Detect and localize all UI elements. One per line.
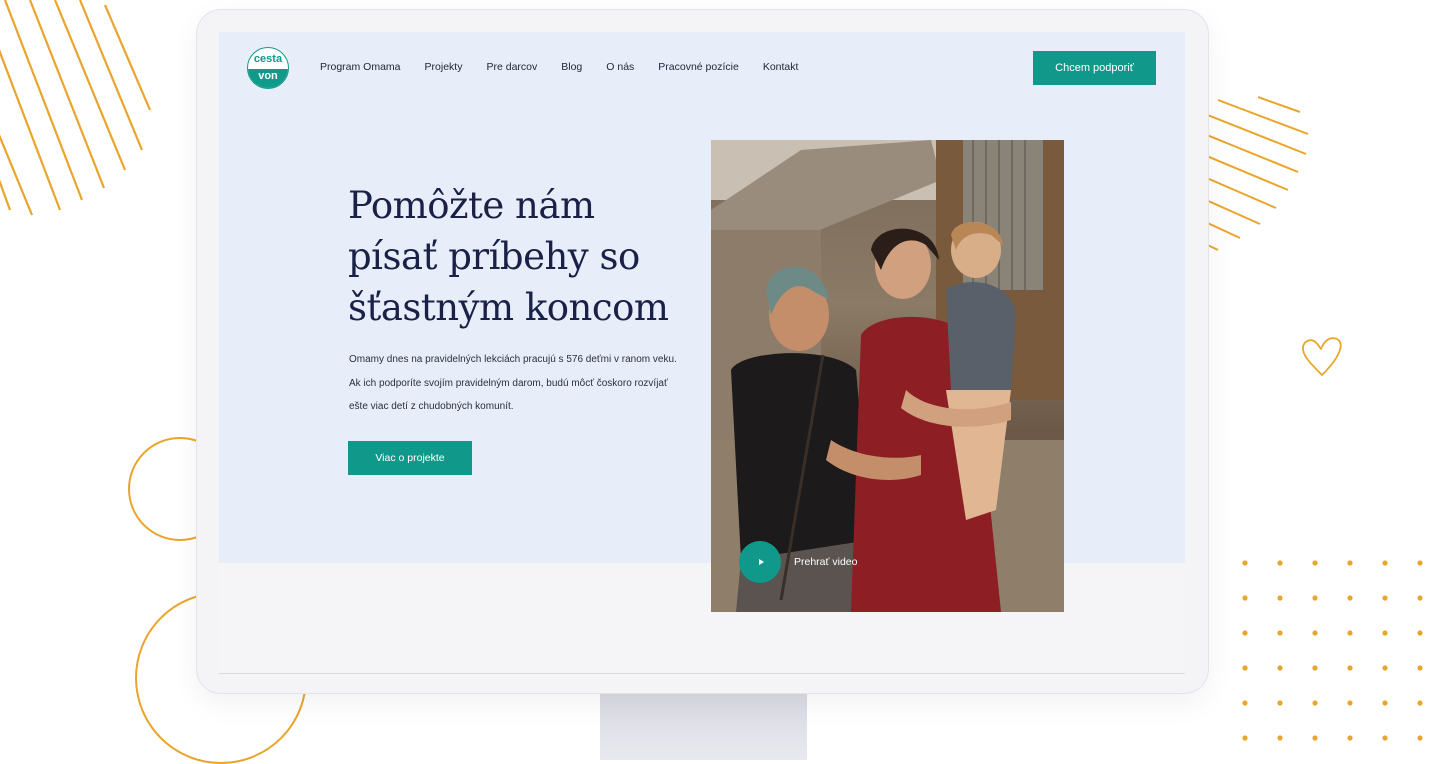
decorative-dot: [1312, 700, 1318, 706]
monitor-stand: [600, 694, 807, 760]
decorative-dot: [1382, 735, 1388, 741]
decorative-dot: [1417, 595, 1423, 601]
website-screen: cesta von Program Omama Projekty Pre dar…: [219, 32, 1185, 674]
nav-item-blog[interactable]: Blog: [561, 61, 582, 73]
decorative-dot: [1347, 735, 1353, 741]
decorative-dot-grid: [1242, 560, 1423, 741]
logo-text-top: cesta: [253, 53, 283, 65]
decorative-dot: [1382, 560, 1388, 566]
decorative-dot: [1417, 735, 1423, 741]
nav-item-o-nas[interactable]: O nás: [606, 61, 634, 73]
nav-item-pre-darcov[interactable]: Pre darcov: [486, 61, 537, 73]
decorative-dot: [1417, 700, 1423, 706]
decorative-dot: [1417, 665, 1423, 671]
project-more-button[interactable]: Viac o projekte: [348, 441, 472, 475]
monitor-frame: cesta von Program Omama Projekty Pre dar…: [197, 10, 1208, 693]
support-button[interactable]: Chcem podporiť: [1033, 51, 1156, 85]
logo-text-bottom: von: [248, 69, 288, 88]
decorative-dot: [1312, 630, 1318, 636]
decorative-dot: [1382, 665, 1388, 671]
decorative-stripes-left: [0, 0, 152, 216]
decorative-dot: [1242, 560, 1248, 566]
decorative-dot: [1277, 665, 1283, 671]
decorative-dot: [1347, 595, 1353, 601]
decorative-dot: [1382, 700, 1388, 706]
decorative-dot: [1382, 595, 1388, 601]
decorative-dot: [1347, 630, 1353, 636]
play-video-button[interactable]: [739, 541, 781, 583]
decorative-dot: [1242, 735, 1248, 741]
heart-icon: [1302, 337, 1342, 376]
decorative-dot: [1382, 630, 1388, 636]
decorative-dot: [1312, 735, 1318, 741]
decorative-dot: [1277, 560, 1283, 566]
decorative-dot: [1347, 700, 1353, 706]
decorative-dot: [1277, 630, 1283, 636]
decorative-dot: [1242, 595, 1248, 601]
nav-item-pracovne-pozicie[interactable]: Pracovné pozície: [658, 61, 739, 73]
nav-item-kontakt[interactable]: Kontakt: [763, 61, 799, 73]
logo[interactable]: cesta von: [247, 47, 289, 89]
hero-photo: Prehrať video: [711, 140, 1064, 612]
decorative-dot: [1242, 665, 1248, 671]
decorative-dot: [1242, 630, 1248, 636]
decorative-dot: [1312, 560, 1318, 566]
nav-item-projekty[interactable]: Projekty: [425, 61, 463, 73]
play-video-label[interactable]: Prehrať video: [794, 556, 857, 568]
decorative-dot: [1347, 665, 1353, 671]
decorative-dot: [1277, 700, 1283, 706]
main-nav: Program Omama Projekty Pre darcov Blog O…: [320, 61, 822, 73]
decorative-dot: [1312, 595, 1318, 601]
decorative-dot: [1347, 560, 1353, 566]
decorative-dot: [1417, 560, 1423, 566]
decorative-dot: [1312, 665, 1318, 671]
hero-headline: Pomôžte nám písať príbehy so šťastným ko…: [348, 184, 669, 329]
decorative-dot: [1277, 595, 1283, 601]
play-icon: [758, 559, 764, 565]
screen-divider: [219, 673, 1185, 674]
decorative-dot: [1242, 700, 1248, 706]
hero-description: Omamy dnes na pravidelných lekciách prac…: [349, 354, 677, 412]
decorative-dot: [1417, 630, 1423, 636]
decorative-dot: [1277, 735, 1283, 741]
nav-item-program-omama[interactable]: Program Omama: [320, 61, 401, 73]
